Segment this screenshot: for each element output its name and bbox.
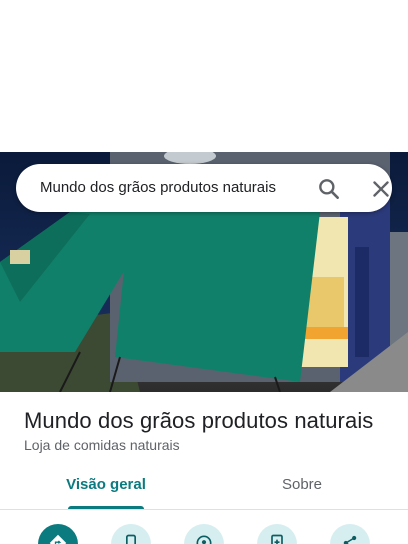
tab-about[interactable]: Sobre xyxy=(196,464,408,510)
directions-button[interactable] xyxy=(38,524,78,544)
directions-icon xyxy=(49,534,67,544)
action-bar xyxy=(0,516,408,544)
active-tab-indicator xyxy=(68,506,144,509)
call-button[interactable] xyxy=(111,524,151,544)
place-category[interactable]: Loja de comidas naturais xyxy=(24,437,180,453)
add-photo-button[interactable] xyxy=(257,524,297,544)
close-icon[interactable] xyxy=(368,176,394,202)
phone-icon xyxy=(126,534,136,544)
add-photo-icon xyxy=(271,534,283,544)
save-place-button[interactable] xyxy=(184,524,224,544)
share-icon xyxy=(343,535,357,544)
place-title: Mundo dos grãos produtos naturais xyxy=(24,408,374,433)
search-input[interactable]: Mundo dos grãos produtos naturais xyxy=(40,164,276,212)
tab-bar: Visão geral Sobre xyxy=(0,464,408,510)
search-icon[interactable] xyxy=(316,176,342,202)
search-bar[interactable]: Mundo dos grãos produtos naturais xyxy=(16,164,392,212)
share-button[interactable] xyxy=(330,524,370,544)
place-icon xyxy=(196,535,212,544)
blank-area xyxy=(0,0,408,152)
tab-overview[interactable]: Visão geral xyxy=(0,464,212,510)
